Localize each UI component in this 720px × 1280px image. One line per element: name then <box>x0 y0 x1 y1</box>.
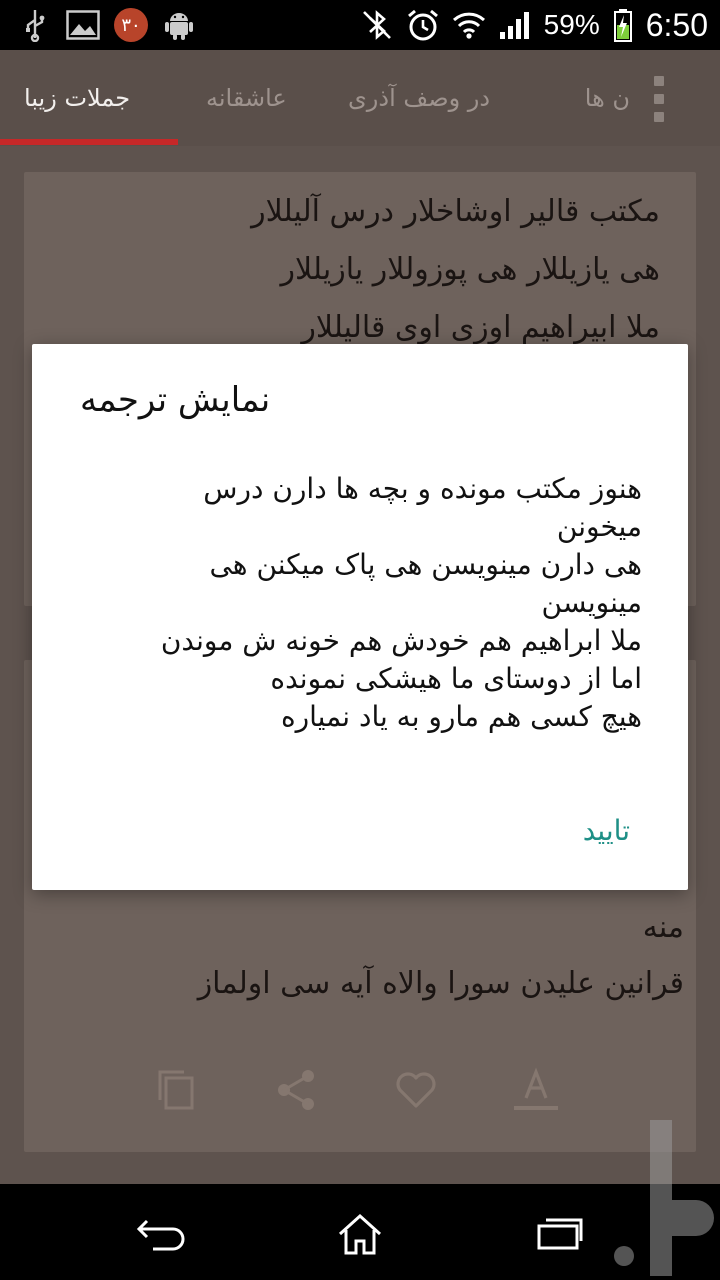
text-format-icon[interactable] <box>506 1060 566 1120</box>
recent-apps-icon[interactable] <box>530 1204 590 1264</box>
overflow-menu-icon[interactable] <box>646 76 672 122</box>
status-bar: ۳۰ 59% 6:50 <box>0 0 720 50</box>
translation-line: اما از دوستای ما هیشکی نمونده <box>270 662 642 695</box>
store-logo-watermark <box>612 1116 716 1280</box>
translation-line: هیچ کسی هم مارو به یاد نمیاره <box>280 700 642 733</box>
home-icon[interactable] <box>330 1204 390 1264</box>
usb-icon <box>18 8 52 42</box>
tab-label: عاشقانه <box>206 84 287 112</box>
tab-label: جملات زیبا <box>24 84 131 112</box>
image-icon <box>66 8 100 42</box>
poem-line: هی یازیللار هی پوزوللار یازیللار <box>280 252 660 287</box>
battery-charging-icon <box>612 8 634 42</box>
poem-line: منه <box>642 910 684 945</box>
clock: 6:50 <box>645 6 708 43</box>
tab-romantic[interactable]: عاشقانه <box>206 50 287 146</box>
poem-line: مکتب قالیر اوشاخلار درس آلیللار <box>251 194 660 229</box>
translation-line: هی دارن مینویسن هی پاک میکنن هی مینویسن <box>209 548 642 619</box>
active-tab-indicator <box>0 139 178 145</box>
translation-dialog: نمایش ترجمه هنوز مکتب مونده و بچه ها دار… <box>32 344 688 890</box>
translation-line: ملا ابراهیم هم خودش هم خونه ش موندن <box>160 624 642 657</box>
back-icon[interactable] <box>130 1204 190 1264</box>
copy-icon[interactable] <box>146 1060 206 1120</box>
share-icon[interactable] <box>266 1060 326 1120</box>
alarm-icon <box>406 8 440 42</box>
tab-azeri-praise[interactable]: در وصف آذری <box>348 50 490 146</box>
poem-line: ملا ابیراهیم اوزی اوی قالیللار <box>301 310 660 345</box>
dialog-body: هنوز مکتب مونده و بچه ها دارن درس میخونن… <box>122 470 642 736</box>
tab-label: ن ها <box>584 84 630 112</box>
confirm-button[interactable]: تایید <box>583 814 630 847</box>
wifi-icon <box>452 8 486 42</box>
tab-partial[interactable]: ن ها <box>556 50 630 146</box>
translation-line: هنوز مکتب مونده و بچه ها دارن درس میخونن <box>203 472 642 543</box>
android-icon <box>162 8 196 42</box>
bluetooth-off-icon <box>360 8 394 42</box>
card-actions <box>24 1060 696 1120</box>
heart-icon[interactable] <box>386 1060 446 1120</box>
tab-beautiful-sentences[interactable]: جملات زیبا <box>24 50 130 146</box>
signal-icon <box>498 8 532 42</box>
poem-line: قرانین علیدن سورا والاه آیه سی اولماز <box>197 966 684 1001</box>
dialog-title: نمایش ترجمه <box>80 380 271 420</box>
tab-bar: جملات زیبا عاشقانه در وصف آذری ن ها <box>0 50 720 146</box>
battery-percent: 59% <box>543 9 600 40</box>
tab-label: در وصف آذری <box>348 84 491 112</box>
notification-badge: ۳۰ <box>114 8 148 42</box>
